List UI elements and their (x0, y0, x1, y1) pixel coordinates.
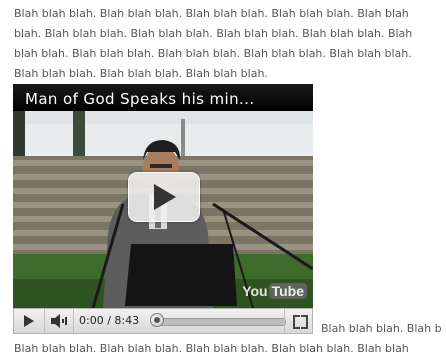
play-icon (154, 184, 176, 210)
text-line: blah blah. Blah blah blah. Blah blah bla… (14, 47, 412, 60)
play-button[interactable] (14, 309, 45, 333)
text-line: Blah blah blah. Blah blah blah. Blah bla… (14, 7, 409, 20)
logo-tube: Tube (268, 283, 307, 299)
scrubber-handle[interactable] (150, 313, 164, 327)
text-line: blah. Blah blah blah. Blah blah blah. Bl… (14, 27, 413, 40)
time-display: 0:00 / 8:43 (79, 314, 140, 327)
volume-button[interactable] (45, 309, 74, 333)
speaker-icon (51, 314, 67, 328)
video-title-bar[interactable]: Man of God Speaks his min... (13, 84, 313, 111)
logo-you: You (242, 283, 268, 299)
control-bar: 0:00 / 8:43 (13, 308, 313, 334)
video-player[interactable]: Man of God Speaks his min... You Tube 0:0… (13, 84, 313, 334)
progress-bar[interactable] (152, 318, 286, 326)
video-title[interactable]: Man of God Speaks his min... (25, 90, 255, 108)
youtube-logo[interactable]: You Tube (242, 283, 307, 301)
play-icon (24, 315, 34, 327)
text-line-beside-player: Blah blah blah. Blah b (321, 322, 442, 335)
video-frame[interactable]: Man of God Speaks his min... You Tube (13, 84, 313, 308)
text-line: Blah blah blah. Blah blah blah. Blah bla… (14, 67, 268, 80)
text-line: Blah blah blah. Blah blah blah. Blah bla… (14, 342, 409, 355)
fullscreen-button[interactable] (284, 309, 313, 333)
big-play-button[interactable] (128, 172, 200, 222)
